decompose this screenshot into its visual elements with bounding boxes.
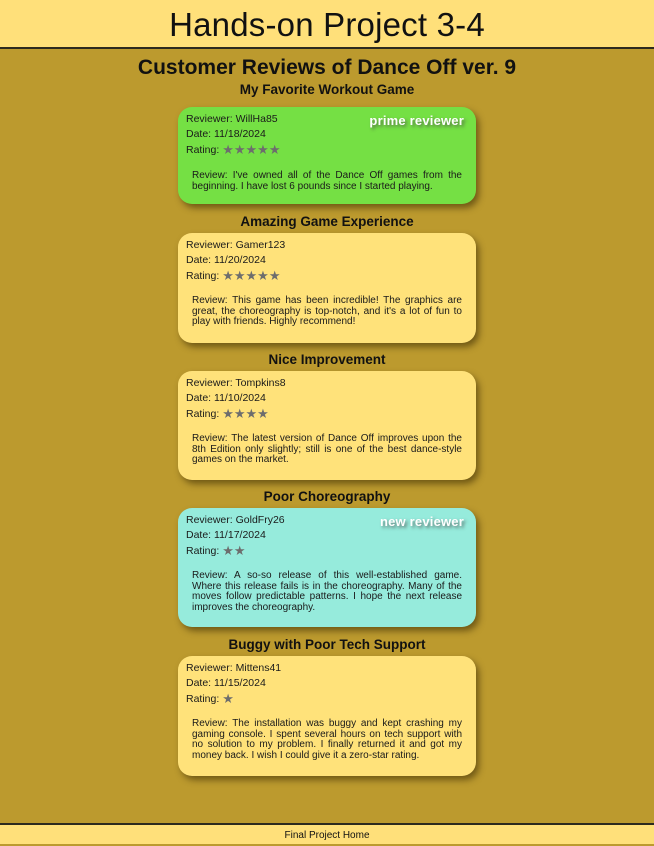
- review-date: 11/17/2024: [214, 529, 266, 541]
- reviewer-row: Reviewer: Gamer123: [186, 238, 468, 253]
- date-row: Date: 11/20/2024: [186, 253, 468, 268]
- reviewer-label: Reviewer:: [186, 514, 233, 526]
- rating-row: Rating: ★★★★: [186, 406, 468, 422]
- review-label: Review:: [192, 433, 228, 444]
- review-date: 11/18/2024: [214, 128, 266, 140]
- review-card: prime reviewer Reviewer: WillHa85 Date: …: [178, 107, 476, 204]
- date-label: Date:: [186, 254, 212, 266]
- reviewer-label: Reviewer:: [186, 377, 233, 389]
- rating-row: Rating: ★★★★★: [186, 142, 468, 158]
- review-item: Buggy with Poor Tech Support Reviewer: M…: [0, 637, 654, 776]
- star-rating-icon: ★★★★: [222, 406, 269, 421]
- reviewer-label: Reviewer:: [186, 239, 233, 251]
- reviewer-name: Gamer123: [235, 239, 286, 251]
- review-date: 11/15/2024: [214, 677, 266, 689]
- rating-row: Rating: ★★: [186, 543, 468, 559]
- page-title: Hands-on Project 3-4: [169, 6, 485, 43]
- final-project-home-link[interactable]: Final Project Home: [284, 830, 369, 841]
- review-item: My Favorite Workout Game prime reviewer …: [0, 82, 654, 204]
- date-row: Date: 11/10/2024: [186, 391, 468, 406]
- review-item: Poor Choreography new reviewer Reviewer:…: [0, 489, 654, 627]
- rating-label: Rating:: [186, 693, 220, 705]
- rating-label: Rating:: [186, 144, 220, 156]
- star-rating-icon: ★★: [222, 543, 246, 558]
- review-label: Review:: [192, 170, 228, 181]
- date-label: Date:: [186, 529, 212, 541]
- reviews-heading: Customer Reviews of Dance Off ver. 9: [137, 56, 517, 79]
- review-item: Amazing Game Experience Reviewer: Gamer1…: [0, 214, 654, 343]
- date-row: Date: 11/15/2024: [186, 676, 468, 691]
- reviewer-row: Reviewer: Mittens41: [186, 661, 468, 676]
- review-date: 11/20/2024: [214, 254, 266, 266]
- review-date: 11/10/2024: [214, 392, 266, 404]
- reviewer-row: Reviewer: Tompkins8: [186, 376, 468, 391]
- date-row: Date: 11/18/2024: [186, 127, 468, 142]
- date-label: Date:: [186, 128, 212, 140]
- review-card: Reviewer: Tompkins8 Date: 11/10/2024 Rat…: [178, 371, 476, 480]
- reviewer-name: Mittens41: [235, 662, 282, 674]
- review-body: I've owned all of the Dance Off games fr…: [192, 170, 462, 192]
- star-rating-icon: ★: [222, 691, 234, 706]
- review-text: Review: This game has been incredible! T…: [192, 295, 462, 328]
- prime-reviewer-badge: prime reviewer: [369, 113, 464, 128]
- rating-label: Rating:: [186, 545, 220, 557]
- review-item: Nice Improvement Reviewer: Tompkins8 Dat…: [0, 352, 654, 480]
- reviewer-name: Tompkins8: [235, 377, 286, 389]
- star-rating-icon: ★★★★★: [222, 142, 281, 157]
- review-title: Poor Choreography: [263, 489, 391, 504]
- review-title: Buggy with Poor Tech Support: [228, 637, 426, 652]
- review-label: Review:: [192, 295, 228, 306]
- rating-row: Rating: ★: [186, 691, 468, 707]
- date-label: Date:: [186, 392, 212, 404]
- reviews-section: Customer Reviews of Dance Off ver. 9 My …: [0, 56, 654, 776]
- review-text: Review: I've owned all of the Dance Off …: [192, 170, 462, 192]
- review-card: Reviewer: Gamer123 Date: 11/20/2024 Rati…: [178, 233, 476, 343]
- review-text: Review: A so-so release of this well-est…: [192, 570, 462, 613]
- star-rating-icon: ★★★★★: [222, 268, 281, 283]
- review-label: Review:: [192, 718, 228, 729]
- page-header: Hands-on Project 3-4: [0, 0, 654, 49]
- reviewer-label: Reviewer:: [186, 662, 233, 674]
- page-footer: Final Project Home: [0, 823, 654, 844]
- review-card: Reviewer: Mittens41 Date: 11/15/2024 Rat…: [178, 656, 476, 776]
- rating-label: Rating:: [186, 270, 220, 282]
- review-body: The latest version of Dance Off improves…: [192, 433, 462, 465]
- review-body: The installation was buggy and kept cras…: [192, 718, 462, 761]
- rating-label: Rating:: [186, 408, 220, 420]
- new-reviewer-badge: new reviewer: [379, 514, 464, 529]
- review-card: new reviewer Reviewer: GoldFry26 Date: 1…: [178, 508, 476, 627]
- review-title: Amazing Game Experience: [240, 214, 414, 229]
- review-body: This game has been incredible! The graph…: [192, 295, 462, 327]
- rating-row: Rating: ★★★★★: [186, 268, 468, 284]
- reviewer-name: WillHa85: [235, 113, 278, 125]
- review-body: A so-so release of this well-established…: [192, 570, 462, 613]
- review-text: Review: The latest version of Dance Off …: [192, 433, 462, 466]
- review-title: My Favorite Workout Game: [239, 82, 415, 97]
- reviewer-name: GoldFry26: [235, 514, 285, 526]
- date-label: Date:: [186, 677, 212, 689]
- review-text: Review: The installation was buggy and k…: [192, 718, 462, 761]
- date-row: Date: 11/17/2024: [186, 528, 468, 543]
- reviewer-label: Reviewer:: [186, 113, 233, 125]
- review-title: Nice Improvement: [268, 352, 386, 367]
- review-label: Review:: [192, 570, 228, 581]
